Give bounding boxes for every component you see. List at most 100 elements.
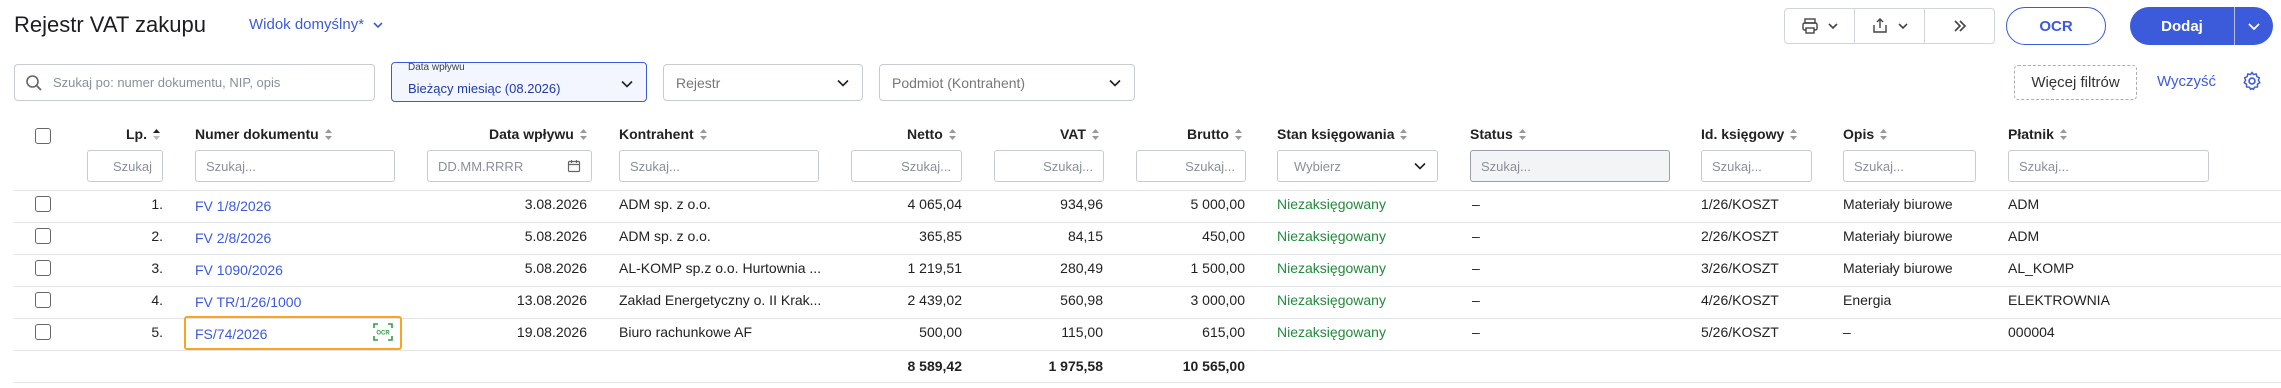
cell-vat: 280,49 <box>1060 260 1103 276</box>
date-filter-label: Data wpływu <box>408 62 465 73</box>
cell-description: – <box>1843 324 1851 340</box>
sort-icon <box>1518 128 1526 140</box>
column-header-description[interactable]: Opis <box>1843 126 1888 142</box>
search-input[interactable] <box>53 75 353 90</box>
column-header-payer[interactable]: Płatnik <box>2008 126 2068 142</box>
divider <box>14 254 2281 255</box>
column-header-label: Id. księgowy <box>1701 126 1785 142</box>
total-net: 8 589,42 <box>907 358 963 374</box>
column-header-net[interactable]: Netto <box>907 126 957 142</box>
column-header-label: Płatnik <box>2008 126 2054 142</box>
filter-booking-select[interactable]: Wybierz <box>1277 150 1438 182</box>
ocr-scan-icon[interactable]: OCR <box>373 322 393 342</box>
filter-doc-number-input[interactable]: Szukaj... <box>195 150 395 182</box>
filter-status-input[interactable]: Szukaj... <box>1470 150 1670 182</box>
cell-id: 1/26/KOSZT <box>1701 196 1779 212</box>
ocr-button[interactable]: OCR <box>2006 7 2106 45</box>
cell-status: – <box>1472 292 1480 308</box>
row-checkbox[interactable] <box>35 324 51 340</box>
row-checkbox[interactable] <box>35 228 51 244</box>
cell-payer: AL_KOMP <box>2008 260 2075 276</box>
cell-doc-number[interactable]: FV TR/1/26/1000 <box>195 294 301 310</box>
export-icon <box>1872 18 1887 33</box>
cell-contractor: AL-KOMP sp.z o.o. Hurtownia ... <box>619 260 822 276</box>
filter-date-input[interactable]: DD.MM.RRRR <box>427 150 592 182</box>
row-checkbox[interactable] <box>35 292 51 308</box>
cell-doc-number[interactable]: FV 1/8/2026 <box>195 198 271 214</box>
more-actions-button[interactable] <box>1925 9 1994 43</box>
column-header-doc-number[interactable]: Numer dokumentu <box>195 126 333 142</box>
chevron-down-icon <box>837 79 849 87</box>
cell-description: Energia <box>1843 292 1892 308</box>
column-header-date[interactable]: Data wpływu <box>489 126 588 142</box>
entity-select[interactable]: Podmiot (Kontrahent) <box>879 64 1135 101</box>
filter-description-input[interactable]: Szukaj... <box>1843 150 1976 182</box>
filter-id-input[interactable]: Szukaj... <box>1701 150 1812 182</box>
column-header-gross[interactable]: Brutto <box>1187 126 1243 142</box>
filter-vat-input[interactable]: Szukaj... <box>994 150 1104 182</box>
cell-lp: 5. <box>151 324 163 340</box>
register-select-placeholder: Rejestr <box>676 74 721 91</box>
column-header-label: Data wpływu <box>489 126 574 142</box>
sort-icon <box>1880 128 1888 140</box>
column-header-label: Status <box>1470 126 1513 142</box>
register-select[interactable]: Rejestr <box>663 64 863 101</box>
column-header-id[interactable]: Id. księgowy <box>1701 126 1798 142</box>
cell-lp: 1. <box>151 196 163 212</box>
svg-text:OCR: OCR <box>376 331 390 337</box>
clear-filters-link[interactable]: Wyczyść <box>2157 73 2216 90</box>
cell-date: 3.08.2026 <box>524 196 587 212</box>
cell-doc-number[interactable]: FS/74/2026 <box>195 326 267 342</box>
column-header-status[interactable]: Status <box>1470 126 1527 142</box>
cell-booking-status: Niezaksięgowany <box>1277 292 1386 308</box>
cell-net: 1 219,51 <box>907 260 963 276</box>
sort-icon <box>1235 128 1242 140</box>
cell-contractor: Biuro rachunkowe AF <box>619 324 753 340</box>
view-selector-label: Widok domyślny* <box>249 16 365 33</box>
column-header-lp[interactable]: Lp. <box>126 126 161 142</box>
column-header-label: Opis <box>1843 126 1875 142</box>
cell-booking-status: Niezaksięgowany <box>1277 324 1386 340</box>
view-selector[interactable]: Widok domyślny* <box>249 16 384 33</box>
column-header-label: Kontrahent <box>619 126 694 142</box>
filter-lp-input[interactable]: Szukaj <box>87 150 163 182</box>
cell-contractor: Zakład Energetyczny o. II Krak... <box>619 292 822 308</box>
page-title: Rejestr VAT zakupu <box>14 12 206 37</box>
cell-description: Materiały biurowe <box>1843 196 1953 212</box>
entity-select-placeholder: Podmiot (Kontrahent) <box>892 74 1026 91</box>
cell-date: 5.08.2026 <box>524 228 587 244</box>
date-filter-select[interactable]: Data wpływu Bieżący miesiąc (08.2026) <box>391 62 647 102</box>
row-checkbox[interactable] <box>35 260 51 276</box>
cell-description: Materiały biurowe <box>1843 260 1953 276</box>
divider <box>14 190 2281 191</box>
cell-payer: ADM <box>2008 228 2040 244</box>
cell-vat: 560,98 <box>1060 292 1103 308</box>
column-header-vat[interactable]: VAT <box>1060 126 1100 142</box>
filter-gross-input[interactable]: Szukaj... <box>1136 150 1246 182</box>
row-checkbox[interactable] <box>35 196 51 212</box>
cell-description: Materiały biurowe <box>1843 228 1953 244</box>
cell-net: 4 065,04 <box>907 196 963 212</box>
cell-doc-number[interactable]: FV 2/8/2026 <box>195 230 271 246</box>
select-all-checkbox[interactable] <box>35 128 51 144</box>
gear-icon[interactable] <box>2241 70 2263 92</box>
add-button[interactable]: Dodaj <box>2130 7 2234 45</box>
print-button[interactable] <box>1785 9 1855 43</box>
filter-contractor-input[interactable]: Szukaj... <box>619 150 819 182</box>
add-dropdown-button[interactable] <box>2235 19 2273 33</box>
cell-booking-status: Niezaksięgowany <box>1277 228 1386 244</box>
cell-doc-number[interactable]: FV 1090/2026 <box>195 262 283 278</box>
printer-icon <box>1801 18 1818 34</box>
filter-net-input[interactable]: Szukaj... <box>851 150 962 182</box>
toolbar-group <box>1784 8 1995 44</box>
divider <box>14 382 2281 383</box>
search-icon <box>26 74 42 91</box>
filter-payer-input[interactable]: Szukaj... <box>2008 150 2209 182</box>
sort-icon <box>1790 128 1798 140</box>
column-header-booking-status[interactable]: Stan księgowania <box>1277 126 1408 142</box>
column-header-contractor[interactable]: Kontrahent <box>619 126 708 142</box>
export-button[interactable] <box>1855 9 1925 43</box>
more-filters-button[interactable]: Więcej filtrów <box>2014 65 2137 100</box>
chevron-down-icon <box>1109 79 1121 87</box>
sort-icon <box>699 128 707 140</box>
